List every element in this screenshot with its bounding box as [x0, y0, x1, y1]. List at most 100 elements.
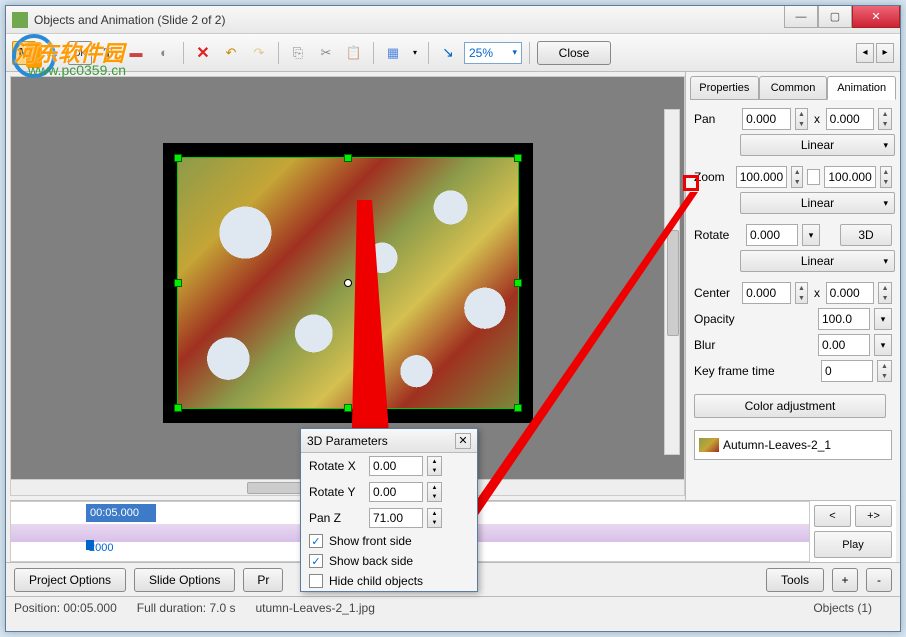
center-y-spinner[interactable]: ▲▼	[878, 282, 892, 304]
undo-button[interactable]: ↶	[219, 41, 243, 65]
prev-kf-button[interactable]: <	[814, 505, 851, 527]
color-adjustment-button[interactable]: Color adjustment	[694, 394, 886, 418]
keyframe-marker[interactable]: 00:05.000	[86, 504, 156, 522]
project-options-button[interactable]: Project Options	[14, 568, 126, 592]
rotatey-spinner[interactable]: ▲▼	[427, 482, 442, 502]
zoom-x-input[interactable]: 100.000	[736, 166, 787, 188]
tool-rect[interactable]: ▬	[124, 41, 148, 65]
remove-button[interactable]: -	[866, 568, 892, 592]
status-position: Position: 00:05.000	[14, 601, 137, 615]
nav-prev[interactable]: ◂	[856, 43, 874, 63]
rotatex-spinner[interactable]: ▲▼	[427, 456, 442, 476]
minimize-button[interactable]: —	[784, 6, 818, 28]
show-front-label: Show front side	[329, 534, 412, 548]
slide-options-button[interactable]: Slide Options	[134, 568, 235, 592]
rotate-dd[interactable]: ▾	[802, 224, 820, 246]
blur-input[interactable]: 0.00	[818, 334, 870, 356]
zoom-label: Zoom	[694, 170, 732, 184]
close-window-button[interactable]: ✕	[852, 6, 900, 28]
zoom-link[interactable]	[807, 169, 820, 185]
copy-button[interactable]: ⎘	[286, 41, 310, 65]
rotatey-input[interactable]: 0.00	[369, 482, 423, 502]
next-kf-button[interactable]: +>	[855, 505, 892, 527]
rotatey-label: Rotate Y	[309, 485, 365, 499]
blur-label: Blur	[694, 338, 742, 352]
handle-br[interactable]	[514, 404, 522, 412]
kftime-spinner[interactable]: ▲▼	[877, 360, 892, 382]
handle-t[interactable]	[344, 154, 352, 162]
pan-x-input[interactable]: 0.000	[742, 108, 790, 130]
paste-button[interactable]: 📋	[342, 41, 366, 65]
selection-box[interactable]	[177, 157, 519, 409]
slide-frame	[163, 143, 533, 423]
cut-button[interactable]: ✂	[314, 41, 338, 65]
rotate-easing[interactable]: Linear	[740, 250, 895, 272]
window-title: Objects and Animation (Slide 2 of 2)	[34, 13, 784, 27]
watermark-url: www.pc0359.cn	[28, 62, 126, 78]
pan-y-input[interactable]: 0.000	[826, 108, 874, 130]
popup-close-icon[interactable]: ✕	[455, 433, 471, 449]
handle-tr[interactable]	[514, 154, 522, 162]
rotatex-label: Rotate X	[309, 459, 365, 473]
play-button[interactable]: Play	[814, 531, 892, 558]
status-bar: Position: 00:05.000 Full duration: 7.0 s…	[6, 596, 900, 618]
add-button[interactable]: +	[832, 568, 858, 592]
maximize-button[interactable]: ▢	[818, 6, 852, 28]
rotate-input[interactable]: 0.000	[746, 224, 798, 246]
nav-next[interactable]: ▸	[876, 43, 894, 63]
center-y-input[interactable]: 0.000	[826, 282, 874, 304]
tab-animation[interactable]: Animation	[827, 76, 896, 100]
3d-parameters-dialog: 3D Parameters ✕ Rotate X 0.00 ▲▼ Rotate …	[300, 428, 478, 592]
handle-tl[interactable]	[174, 154, 182, 162]
arrow-tool[interactable]: ↘	[436, 41, 460, 65]
redo-button[interactable]: ↷	[247, 41, 271, 65]
zoom-y-input[interactable]: 100.000	[824, 166, 875, 188]
opacity-dd[interactable]: ▾	[874, 308, 892, 330]
show-back-label: Show back side	[329, 554, 413, 568]
3d-button[interactable]: 3D	[840, 224, 892, 246]
canvas[interactable]	[11, 77, 684, 479]
toolbar: M ▭ OK T ▬ ◐ ✕ ↶ ↷ ⎘ ✂ 📋 ▦ ▾ ↘ 25%▾ Clos…	[6, 34, 900, 72]
properties-panel: Properties Common Animation Pan 0.000 ▲▼…	[685, 72, 900, 500]
rotate-label: Rotate	[694, 228, 742, 242]
panz-input[interactable]: 71.00	[369, 508, 423, 528]
pan-label: Pan	[694, 112, 738, 126]
grid-dropdown[interactable]: ▾	[409, 41, 421, 65]
canvas-vscroll[interactable]	[664, 109, 680, 455]
zoom-select[interactable]: 25%▾	[464, 42, 522, 64]
handle-l[interactable]	[174, 279, 182, 287]
handle-center[interactable]	[344, 279, 352, 287]
opacity-input[interactable]: 100.0	[818, 308, 870, 330]
tools-button[interactable]: Tools	[766, 568, 824, 592]
tab-common[interactable]: Common	[759, 76, 828, 100]
zoom-y-spinner[interactable]: ▲▼	[880, 166, 892, 188]
handle-r[interactable]	[514, 279, 522, 287]
show-back-checkbox[interactable]: ✓	[309, 554, 323, 568]
center-x-input[interactable]: 0.000	[742, 282, 790, 304]
delete-button[interactable]: ✕	[191, 41, 215, 65]
handle-b[interactable]	[344, 404, 352, 412]
opacity-label: Opacity	[694, 312, 742, 326]
center-label: Center	[694, 286, 738, 300]
pan-x-spinner[interactable]: ▲▼	[795, 108, 809, 130]
tool-mask[interactable]: ◐	[152, 41, 176, 65]
rotatex-input[interactable]: 0.00	[369, 456, 423, 476]
pan-easing[interactable]: Linear	[740, 134, 895, 156]
blur-dd[interactable]: ▾	[874, 334, 892, 356]
show-front-checkbox[interactable]: ✓	[309, 534, 323, 548]
app-icon	[12, 12, 28, 28]
close-button[interactable]: Close	[537, 41, 611, 65]
hide-child-checkbox[interactable]	[309, 574, 323, 588]
pr-button[interactable]: Pr	[243, 568, 283, 592]
center-x-spinner[interactable]: ▲▼	[795, 282, 809, 304]
tab-properties[interactable]: Properties	[690, 76, 759, 100]
object-list[interactable]: Autumn-Leaves-2_1	[694, 430, 892, 460]
zoom-easing[interactable]: Linear	[740, 192, 895, 214]
kftime-input[interactable]: 0	[821, 360, 873, 382]
handle-bl[interactable]	[174, 404, 182, 412]
panz-spinner[interactable]: ▲▼	[427, 508, 442, 528]
grid-button[interactable]: ▦	[381, 41, 405, 65]
x-label: x	[812, 112, 821, 126]
pan-y-spinner[interactable]: ▲▼	[878, 108, 892, 130]
zoom-x-spinner[interactable]: ▲▼	[791, 166, 803, 188]
